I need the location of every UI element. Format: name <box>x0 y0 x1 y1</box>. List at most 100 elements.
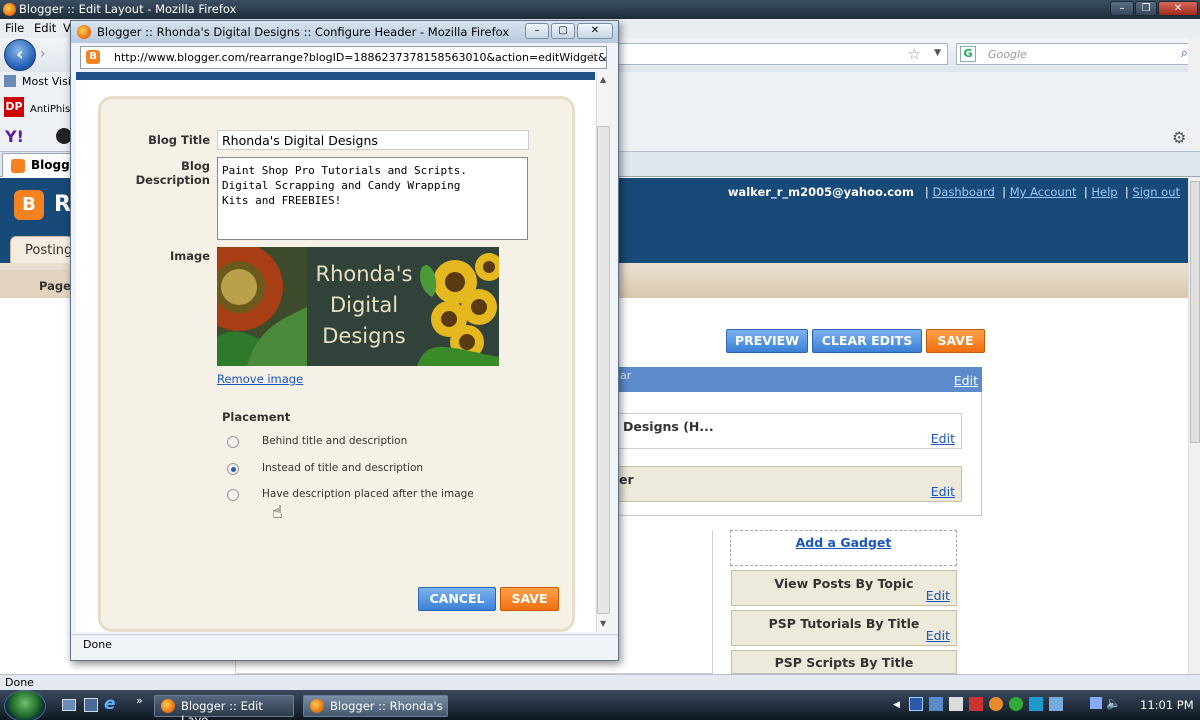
gadget-title: PSP Scripts By Title <box>774 655 914 670</box>
placement-option-label: Behind title and description <box>262 435 408 447</box>
header-image: Rhonda's Digital Designs <box>217 247 499 366</box>
save-layout-button[interactable]: SAVE <box>926 329 985 353</box>
page-elements-tab[interactable]: Page <box>0 270 80 298</box>
menu-file[interactable]: File <box>5 21 24 35</box>
clock-area: 🔈 11:01 PM <box>1090 690 1200 720</box>
tray-icon[interactable] <box>1049 697 1063 711</box>
placement-option-label: Instead of title and description <box>262 462 424 474</box>
sidebar-gadget[interactable]: View Posts By Topic Edit <box>731 570 957 606</box>
quicklaunch-more-icon[interactable]: » <box>136 694 143 707</box>
header-gadget[interactable]: Designs (H... Edit <box>618 413 962 449</box>
blog-title-fragment: R <box>54 192 71 217</box>
cancel-button[interactable]: CANCEL <box>418 587 496 611</box>
gadget[interactable]: er Edit <box>618 466 962 502</box>
gadget-title: Designs (H... <box>623 419 714 434</box>
sign-out-link[interactable]: Sign out <box>1132 185 1180 199</box>
section-edit-link[interactable]: Edit <box>954 373 978 388</box>
network-icon[interactable] <box>1090 697 1102 709</box>
blogger-logo-icon[interactable]: B <box>14 190 44 220</box>
gadget-edit-link[interactable]: Edit <box>931 484 955 499</box>
save-button[interactable]: SAVE <box>500 587 559 611</box>
scroll-up-icon[interactable]: ▲ <box>600 75 606 84</box>
google-icon: G <box>960 46 976 62</box>
preview-button[interactable]: PREVIEW <box>726 329 808 353</box>
blog-description-label: Blog Description <box>135 159 210 187</box>
forward-icon[interactable]: › <box>40 46 46 62</box>
volume-icon[interactable]: 🔈 <box>1106 696 1121 710</box>
gear-icon[interactable]: ⚙ <box>1172 128 1186 147</box>
dp-icon[interactable]: DP <box>4 97 24 117</box>
blogger-favicon <box>11 159 25 173</box>
firefox-icon <box>310 699 324 713</box>
scroll-down-icon[interactable]: ▼ <box>600 619 606 628</box>
placement-option-label: Have description placed after the image <box>262 488 474 500</box>
my-account-link[interactable]: My Account <box>1010 185 1077 199</box>
url-dropdown-icon[interactable]: ▼ <box>934 48 941 58</box>
taskbar-task-configure-header[interactable]: Blogger :: Rhonda's ... <box>303 695 448 720</box>
gadget-edit-link[interactable]: Edit <box>926 628 950 643</box>
main-window-title: Blogger :: Edit Layout - Mozilla Firefox <box>19 2 237 16</box>
tray-icon[interactable] <box>949 697 963 711</box>
search-placeholder: Google <box>988 48 1027 61</box>
blog-title-input[interactable]: Rhonda's Digital Designs <box>217 130 529 150</box>
search-box[interactable]: G Google ⌕ <box>956 43 1194 65</box>
placement-radio-after[interactable] <box>227 489 239 501</box>
bookmark-most-visited[interactable]: Most Visit <box>22 75 75 88</box>
ie-icon[interactable]: e <box>104 694 116 714</box>
sidebar-gadget[interactable]: PSP Scripts By Title <box>731 650 957 674</box>
add-gadget-link[interactable]: Add a Gadget <box>796 535 892 550</box>
popup-maximize-button[interactable]: ▢ <box>551 23 575 39</box>
help-link[interactable]: Help <box>1091 185 1117 199</box>
menu-edit[interactable]: Edit <box>34 21 56 35</box>
tray-icon[interactable] <box>989 697 1003 711</box>
sidebar-gadget[interactable]: PSP Tutorials By Title Edit <box>731 610 957 646</box>
gadget-edit-link[interactable]: Edit <box>926 588 950 603</box>
popup-scroll-thumb[interactable] <box>597 126 610 614</box>
firefox-icon <box>3 3 16 16</box>
popup-status-bar: Done <box>71 634 618 654</box>
main-url-bar[interactable]: ☆ ▼ <box>618 43 948 65</box>
search-icon[interactable]: ⌕ <box>1181 46 1188 61</box>
clock[interactable]: 11:01 PM <box>1140 698 1194 712</box>
blog-title-label: Blog Title <box>148 133 210 147</box>
bookmark-star-icon[interactable]: ☆ <box>585 48 598 66</box>
minimize-button[interactable]: – <box>1110 1 1134 16</box>
tray-expand-icon[interactable]: ◀ <box>893 700 900 710</box>
popup-titlebar: Blogger :: Rhonda's Digital Designs :: C… <box>71 21 618 43</box>
tray-icon[interactable] <box>1009 697 1023 711</box>
gadget-edit-link[interactable]: Edit <box>931 431 955 446</box>
gadget-title: View Posts By Topic <box>774 576 914 591</box>
remove-image-link[interactable]: Remove image <box>217 372 303 386</box>
bookmark-star-icon[interactable]: ☆ <box>908 45 921 63</box>
yahoo-icon[interactable]: Y! <box>5 127 24 146</box>
status-text: Done <box>5 676 34 689</box>
placement-label: Placement <box>222 410 291 424</box>
switch-windows-icon[interactable] <box>84 698 98 712</box>
placement-radio-instead[interactable] <box>227 463 239 475</box>
popup-minimize-button[interactable]: – <box>525 23 549 39</box>
start-button[interactable] <box>4 690 46 720</box>
tray-icon[interactable] <box>969 697 983 711</box>
popup-url-bar[interactable]: http://www.blogger.com/rearrange?blogID=… <box>80 46 607 69</box>
tab-posting[interactable]: Posting <box>10 236 74 263</box>
back-button[interactable]: ‹ <box>4 39 36 71</box>
close-button[interactable]: ✕ <box>1158 1 1198 16</box>
placement-radio-behind[interactable] <box>227 436 239 448</box>
system-tray-icons: ◀ <box>893 697 1083 713</box>
clear-edits-button[interactable]: CLEAR EDITS <box>812 329 922 353</box>
main-scrollbar[interactable] <box>1188 177 1200 674</box>
tray-icon[interactable] <box>909 697 923 711</box>
section-header: ar Edit <box>618 367 982 392</box>
blogger-favicon: B <box>86 50 100 64</box>
tray-icon[interactable] <box>1029 697 1043 711</box>
main-scroll-thumb[interactable] <box>1190 181 1200 443</box>
maximize-button[interactable]: ❐ <box>1135 1 1157 16</box>
taskbar-task-edit-layout[interactable]: Blogger :: Edit Layo... <box>154 695 294 720</box>
popup-close-button[interactable]: ✕ <box>577 23 613 39</box>
image-label: Image <box>169 249 210 263</box>
tray-icon[interactable] <box>929 697 943 711</box>
blog-description-textarea[interactable]: Paint Shop Pro Tutorials and Scripts. Di… <box>217 157 528 240</box>
show-desktop-icon[interactable] <box>62 699 76 711</box>
add-gadget-box[interactable]: Add a Gadget <box>730 530 957 566</box>
dashboard-link[interactable]: Dashboard <box>932 185 994 199</box>
